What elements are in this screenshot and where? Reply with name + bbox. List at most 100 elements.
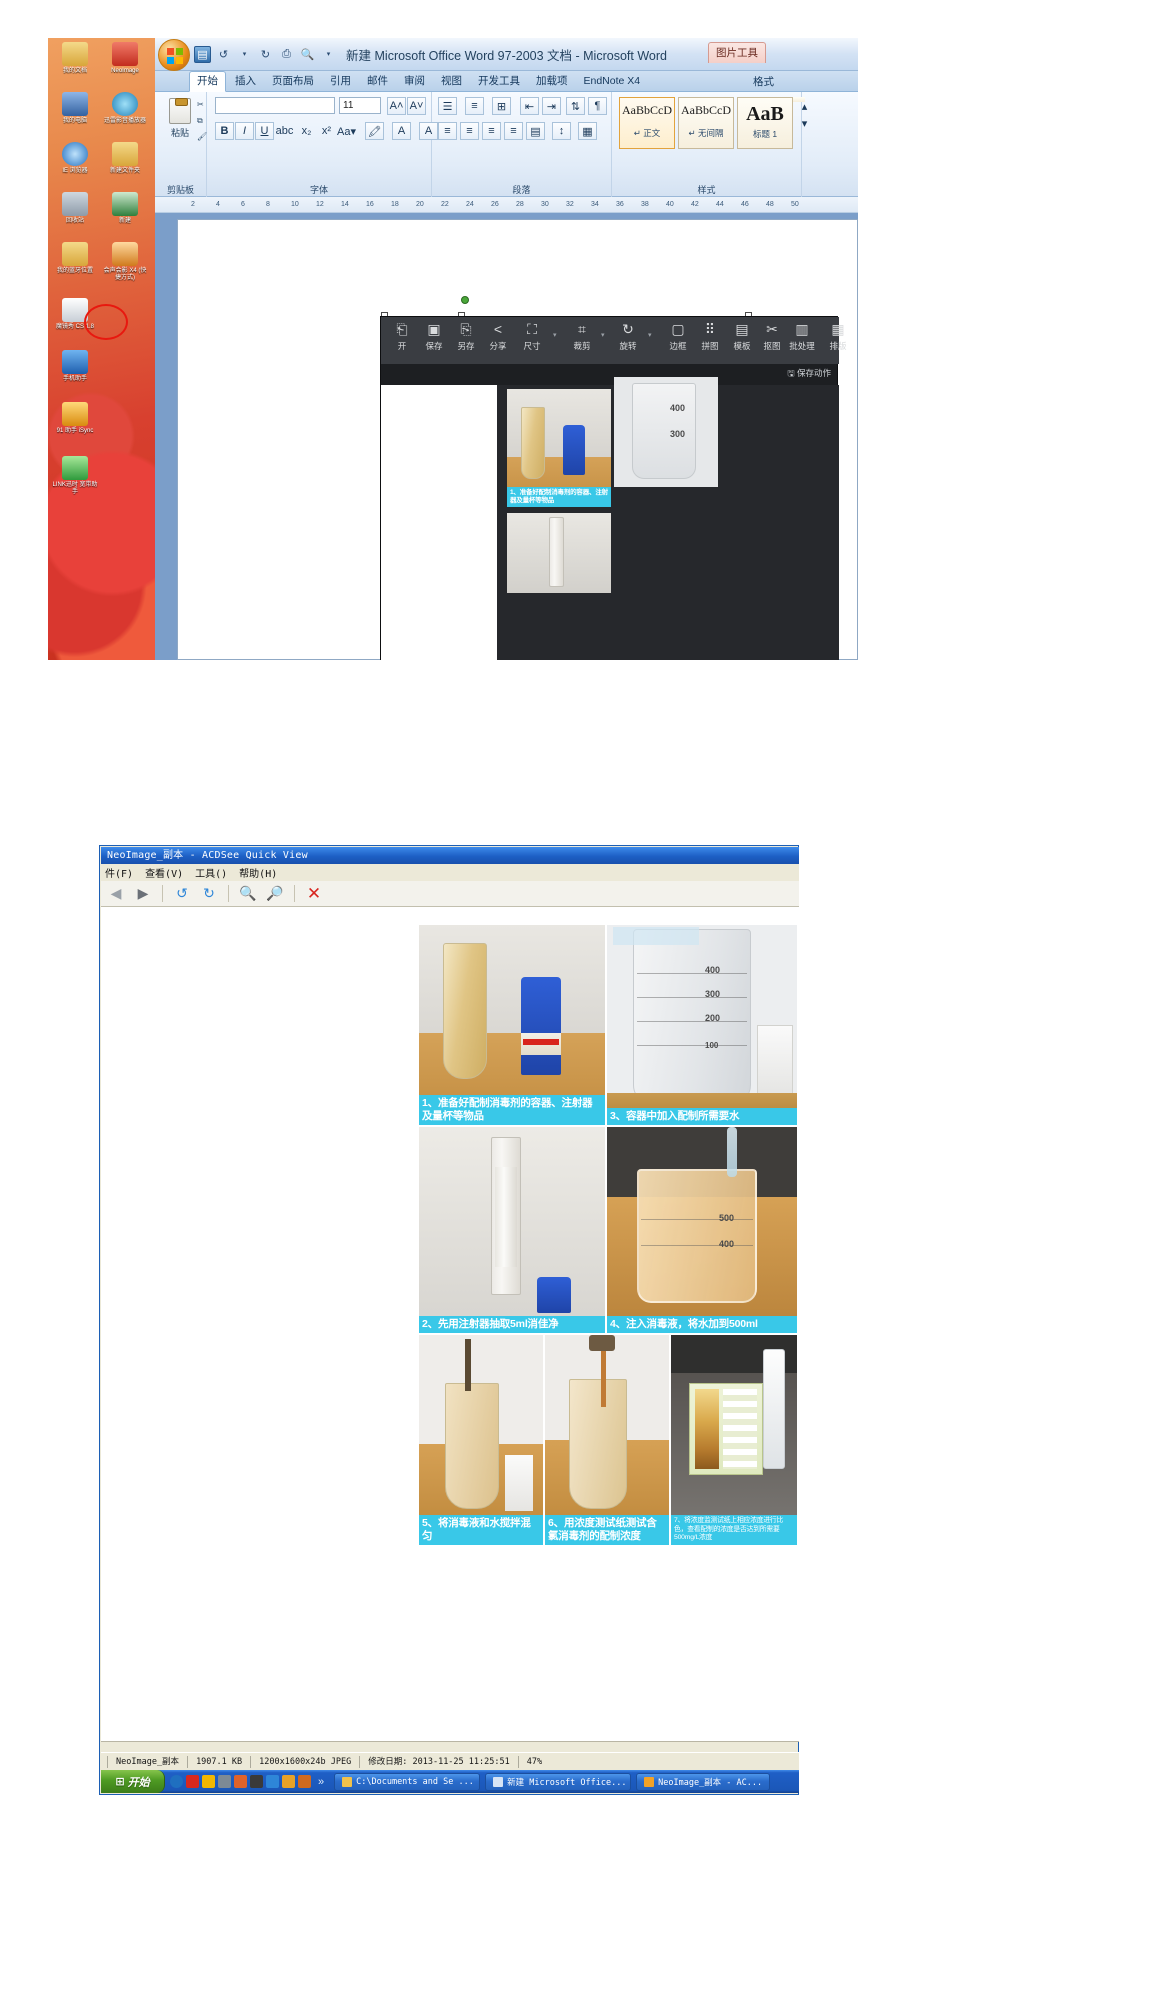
overflow-icon[interactable]: » bbox=[318, 1776, 324, 1788]
neoimage-tool-layout[interactable]: ▦ 排版 bbox=[819, 321, 857, 352]
neoimage-save-action[interactable]: 🖫 保存动作 bbox=[787, 367, 831, 382]
desktop-icon-3[interactable]: 迅雷影音播放器 bbox=[102, 92, 148, 125]
strikethrough-icon[interactable]: abc bbox=[275, 122, 294, 140]
tab-developer[interactable]: 开发工具 bbox=[471, 72, 527, 91]
neoimage-tool-share[interactable]: < 分享 bbox=[479, 321, 517, 352]
close-icon[interactable]: ✕ bbox=[303, 883, 325, 905]
horizontal-ruler[interactable]: 2 4 6 8 10 12 14 16 18 20 22 24 26 28 30… bbox=[155, 197, 858, 213]
change-case-icon[interactable]: Aa▾ bbox=[337, 122, 356, 140]
paste-button[interactable]: 粘贴 bbox=[164, 98, 196, 142]
forward-icon[interactable]: ▶ bbox=[132, 883, 154, 905]
chevron-down-icon[interactable]: ▾ bbox=[648, 331, 652, 339]
start-button[interactable]: ⊞ 开始 bbox=[101, 1770, 165, 1793]
superscript-icon[interactable]: x² bbox=[317, 122, 336, 140]
desktop-icon-9[interactable]: 会声会影 X4 (快捷方式) bbox=[102, 242, 148, 282]
numbering-icon[interactable]: ≡ bbox=[465, 97, 484, 115]
tab-home[interactable]: 开始 bbox=[189, 71, 226, 92]
tab-mailings[interactable]: 邮件 bbox=[360, 72, 395, 91]
styles-scroll-down-icon[interactable]: ▾ bbox=[795, 114, 814, 132]
thunder-icon[interactable] bbox=[234, 1775, 247, 1788]
decrease-indent-icon[interactable]: ⇤ bbox=[520, 97, 539, 115]
tab-page-layout[interactable]: 页面布局 bbox=[265, 72, 321, 91]
font-size-input[interactable]: 11 bbox=[339, 97, 381, 114]
menu-help[interactable]: 帮助(H) bbox=[239, 865, 277, 880]
neoimage-toolbar[interactable]: ⎗ 开 ▣ 保存 ⎘ 另存 < 分享 ⛶ 尺寸 ▾ ⌗ 裁剪 ▾ ↻ 旋转 ▾ ▢ 边框 ⠿ 拼图… bbox=[381, 317, 847, 364]
shrink-font-icon[interactable]: A˅ bbox=[407, 97, 426, 115]
subscript-icon[interactable]: x₂ bbox=[297, 122, 316, 140]
menu-file[interactable]: 件(F) bbox=[105, 865, 133, 880]
desktop-icon-7[interactable]: 新建 bbox=[102, 192, 148, 225]
tab-references[interactable]: 引用 bbox=[323, 72, 358, 91]
neoimage-editor[interactable]: ⎗ 开 ▣ 保存 ⎘ 另存 < 分享 ⛶ 尺寸 ▾ ⌗ 裁剪 ▾ ↻ 旋转 ▾ ▢ 边框 ⠿ 拼图… bbox=[380, 316, 847, 660]
grow-font-icon[interactable]: A˄ bbox=[387, 97, 406, 115]
sort-icon[interactable]: ⇅ bbox=[566, 97, 585, 115]
font-color-icon[interactable]: A bbox=[392, 122, 411, 140]
style-no-spacing[interactable]: AaBbCcD ↵ 无间隔 bbox=[678, 97, 734, 149]
desktop-icon-1[interactable]: NeoImage bbox=[102, 42, 148, 75]
font-name-input[interactable] bbox=[215, 97, 335, 114]
style-heading-1[interactable]: AaB 标题 1 bbox=[737, 97, 793, 149]
quick-launch-bar[interactable]: » bbox=[165, 1770, 329, 1793]
acdsee-image-view[interactable]: 1、准备好配制消毒剂的容器、注射器及量杯等物品 400 300 200 100 … bbox=[101, 907, 799, 1742]
format-painter-icon[interactable]: 🖌 bbox=[197, 132, 207, 141]
rotate-handle[interactable] bbox=[461, 296, 469, 304]
zoom-out-icon[interactable]: 🔎 bbox=[264, 883, 286, 905]
shading-icon[interactable]: ▦ bbox=[578, 122, 597, 140]
neoimage-tool-crop[interactable]: ⌗ 裁剪 bbox=[563, 321, 601, 352]
desktop-icon-6[interactable]: 回收站 bbox=[52, 192, 98, 225]
desktop-icon-12[interactable]: 91 助手 iSync bbox=[52, 402, 98, 435]
ie-icon[interactable] bbox=[170, 1775, 183, 1788]
multilevel-list-icon[interactable]: ⊞ bbox=[492, 97, 511, 115]
taskbar[interactable]: ⊞ 开始 » C:\Documents and Se ... 新建 Micros… bbox=[101, 1770, 799, 1793]
sync-icon[interactable] bbox=[266, 1775, 279, 1788]
tab-review[interactable]: 审阅 bbox=[397, 72, 432, 91]
style-normal[interactable]: AaBbCcD ↵ 正文 bbox=[619, 97, 675, 149]
desktop-icon-8[interactable]: 我的蓝牙位置 bbox=[52, 242, 98, 275]
tab-format[interactable]: 格式 bbox=[753, 74, 774, 89]
align-center-icon[interactable]: ≡ bbox=[460, 122, 479, 140]
line-spacing-icon[interactable]: ↕ bbox=[552, 122, 571, 140]
chevron-down-icon[interactable]: ▾ bbox=[601, 331, 605, 339]
justify-icon[interactable]: ≡ bbox=[504, 122, 523, 140]
taskbar-button-word[interactable]: 新建 Microsoft Office... bbox=[485, 1772, 632, 1791]
desktop-icon-11[interactable]: 手机助手 bbox=[52, 350, 98, 383]
apps-icon[interactable] bbox=[282, 1775, 295, 1788]
tab-endnote[interactable]: EndNote X4 bbox=[577, 72, 648, 91]
folder-icon[interactable] bbox=[298, 1775, 311, 1788]
rotate-left-icon[interactable]: ↺ bbox=[171, 883, 193, 905]
desktop-icon-5[interactable]: 新建文件夹 bbox=[102, 142, 148, 175]
show-marks-icon[interactable]: ¶ bbox=[588, 97, 607, 115]
media-icon[interactable] bbox=[218, 1775, 231, 1788]
desktop-icon-13[interactable]: LINK迅时 宽带助手 bbox=[52, 456, 98, 496]
distribute-icon[interactable]: ▤ bbox=[526, 122, 545, 140]
align-right-icon[interactable]: ≡ bbox=[482, 122, 501, 140]
qq-icon[interactable] bbox=[250, 1775, 263, 1788]
tab-view[interactable]: 视图 bbox=[434, 72, 469, 91]
desktop-icon-0[interactable]: 我的文档 bbox=[52, 42, 98, 75]
star-icon[interactable] bbox=[202, 1775, 215, 1788]
desktop-icon-2[interactable]: 我的电脑 bbox=[52, 92, 98, 125]
align-left-icon[interactable]: ≡ bbox=[438, 122, 457, 140]
bold-icon[interactable]: B bbox=[215, 122, 234, 140]
taskbar-button-acdsee[interactable]: NeoImage_副本 - AC... bbox=[636, 1772, 771, 1791]
zoom-in-icon[interactable]: 🔍 bbox=[237, 883, 259, 905]
document-area[interactable]: ⎗ 开 ▣ 保存 ⎘ 另存 < 分享 ⛶ 尺寸 ▾ ⌗ 裁剪 ▾ ↻ 旋转 ▾ ▢ 边框 ⠿ 拼图… bbox=[155, 213, 858, 660]
neoimage-tool-rotate[interactable]: ↻ 旋转 bbox=[609, 321, 647, 352]
highlight-color-icon[interactable]: 🖍 bbox=[365, 122, 384, 140]
tab-addins[interactable]: 加载项 bbox=[529, 72, 575, 91]
back-icon[interactable]: ◀ bbox=[105, 883, 127, 905]
taskbar-button-explorer[interactable]: C:\Documents and Se ... bbox=[334, 1772, 481, 1791]
neoimage-tool-resize[interactable]: ⛶ 尺寸 bbox=[513, 321, 551, 352]
desktop-icon-4[interactable]: IE 浏览器 bbox=[52, 142, 98, 175]
acdsee-menu-bar[interactable]: 件(F) 查看(V) 工具() 帮助(H) bbox=[101, 864, 799, 881]
contextual-tab-picture-tools[interactable]: 图片工具 bbox=[708, 42, 766, 63]
firefox-icon[interactable] bbox=[186, 1775, 199, 1788]
menu-view[interactable]: 查看(V) bbox=[145, 865, 183, 880]
underline-icon[interactable]: U bbox=[255, 122, 274, 140]
acdsee-toolbar[interactable]: ◀ ▶ ↺ ↻ 🔍 🔎 ✕ bbox=[101, 881, 799, 907]
neoimage-tool-batch[interactable]: ▥ 批处理 bbox=[781, 321, 823, 352]
bullets-icon[interactable]: ☰ bbox=[438, 97, 457, 115]
chevron-down-icon[interactable]: ▾ bbox=[553, 331, 557, 339]
italic-icon[interactable]: I bbox=[235, 122, 254, 140]
menu-tools[interactable]: 工具() bbox=[195, 865, 227, 880]
